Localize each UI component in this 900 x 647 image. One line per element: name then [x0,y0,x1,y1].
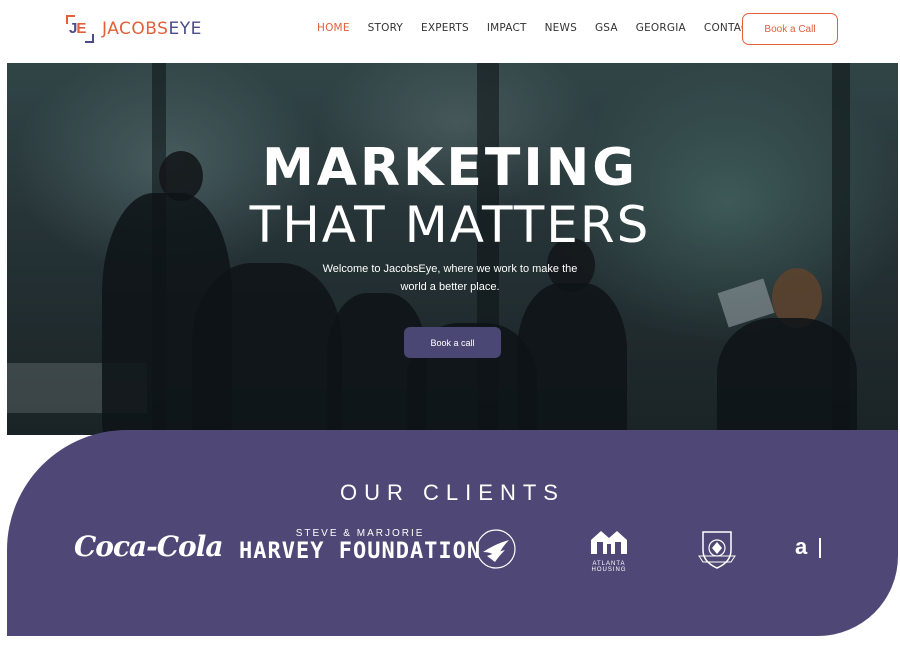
book-call-button-hero[interactable]: Book a call [404,327,501,358]
book-call-button-header[interactable]: Book a Call [742,13,838,45]
clients-title: OUR CLIENTS [340,480,565,505]
client-logo-military-seal-icon [698,531,736,569]
brand-name: JACOBSEYE [102,19,202,39]
partial-logo-bar [819,538,822,559]
nav-story[interactable]: STORY [368,22,403,34]
hero-title-line1: MARKETING [262,138,638,198]
logo-mark: JE [66,15,94,43]
partial-logo-text: a [795,534,808,559]
hero-subtitle-line2: world a better place. [400,281,500,293]
site-header: JE JACOBSEYE HOME STORY EXPERTS IMPACT N… [0,0,900,60]
nav-georgia[interactable]: GEORGIA [636,22,686,34]
client-logo-partial: a [795,534,822,560]
client-logo-coca-cola: Coca-Cola [74,530,224,563]
client-logo-harvey-foundation: STEVE & MARJORIE HARVEY FOUNDATION [239,528,481,564]
logo-bracket-bottom-right [85,34,94,43]
main-nav: HOME STORY EXPERTS IMPACT NEWS GSA GEORG… [317,22,773,34]
clients-section: OUR CLIENTS Coca-Cola STEVE & MARJORIE H… [7,430,898,636]
nav-home[interactable]: HOME [317,22,350,34]
brand-name-part2: EYE [168,19,202,39]
atlanta-housing-house-icon [591,531,627,554]
nav-impact[interactable]: IMPACT [487,22,527,34]
brand-name-part1: JACOBS [102,19,169,39]
nav-gsa[interactable]: GSA [595,22,618,34]
hero-title-line2: THAT MATTERS [249,196,651,254]
harvey-logo-line2: HARVEY FOUNDATION [239,539,482,564]
hero-subtitle-line1: Welcome to JacobsEye, where we work to m… [322,263,578,275]
harvey-logo-line1: STEVE & MARJORIE [295,528,425,539]
nav-experts[interactable]: EXPERTS [421,22,469,34]
atlanta-logo-line2: HOUSING [591,567,627,573]
brand-logo[interactable]: JE JACOBSEYE [66,14,202,44]
client-logo-hhs-eagle-icon [476,529,516,569]
logo-initial-e: E [76,20,86,37]
client-logo-atlanta-housing: ATLANTA HOUSING [589,528,629,573]
hero-subtitle: Welcome to JacobsEye, where we work to m… [300,260,600,296]
logo-initials: JE [69,20,86,37]
nav-news[interactable]: NEWS [545,22,577,34]
